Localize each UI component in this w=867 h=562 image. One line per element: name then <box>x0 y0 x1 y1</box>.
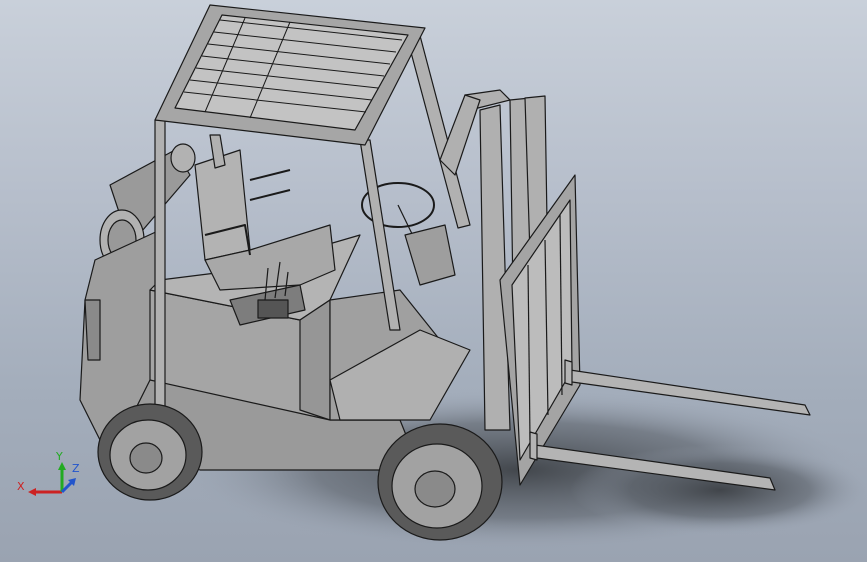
triad-z-label: Z <box>72 462 80 475</box>
operator-seat <box>194 149 336 291</box>
triad-z-axis <box>60 478 76 494</box>
graphics-viewport[interactable]: X Y Z <box>0 0 867 562</box>
triad-x-label: X <box>17 480 25 493</box>
triad-x-axis <box>28 488 62 496</box>
forklift-model-view[interactable] <box>0 0 867 562</box>
orientation-triad[interactable]: X Y Z <box>14 448 94 508</box>
front-wheel <box>377 423 503 541</box>
triad-y-label: Y <box>55 450 63 463</box>
rear-wheel <box>97 403 203 501</box>
